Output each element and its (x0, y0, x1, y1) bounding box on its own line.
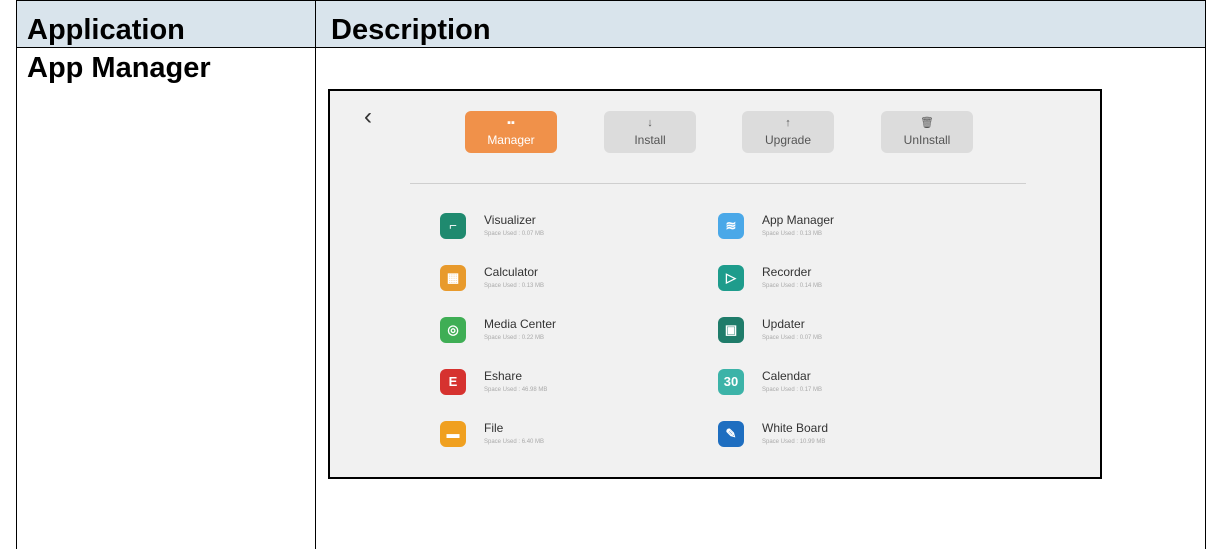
tab-label: UnInstall (903, 133, 951, 147)
divider (410, 183, 1026, 184)
table-header-row: Application Description (17, 0, 1205, 48)
list-item[interactable]: 30 Calendar Space Used : 0.17 MB (718, 367, 978, 401)
column-divider (315, 0, 316, 549)
list-item[interactable]: ⌐ Visualizer Space Used : 0.07 MB (440, 211, 700, 245)
app-name: Visualizer (484, 213, 536, 227)
app-icon: ⌐ (440, 213, 466, 239)
app-icon: ▦ (440, 265, 466, 291)
app-space-used: Space Used : 46.98 MB (484, 387, 548, 393)
app-space-used: Space Used : 6.40 MB (484, 439, 545, 445)
app-space-used: Space Used : 0.22 MB (484, 335, 545, 341)
app-icon: ✎ (718, 421, 744, 447)
app-icon: ▬ (440, 421, 466, 447)
chevron-left-icon[interactable]: ‹ (364, 103, 372, 131)
app-name: Media Center (484, 317, 557, 331)
arrow-up-icon: ↑ (785, 117, 791, 129)
trash-icon: 🗑 (920, 117, 934, 129)
app-name: Recorder (762, 265, 812, 279)
list-item[interactable]: ▬ File Space Used : 6.40 MB (440, 419, 700, 453)
app-name: File (484, 421, 504, 435)
app-icon: ▣ (718, 317, 744, 343)
list-item[interactable]: ▦ Calculator Space Used : 0.13 MB (440, 263, 700, 297)
grid-icon: ▪▪ (507, 117, 515, 129)
tab-manager[interactable]: ▪▪ Manager (465, 111, 557, 153)
app-name: App Manager (762, 213, 835, 227)
app-icon: ▷ (718, 265, 744, 291)
app-icon: ◎ (440, 317, 466, 343)
header-application: Application (27, 14, 185, 46)
list-item[interactable]: E Eshare Space Used : 46.98 MB (440, 367, 700, 401)
app-manager-screenshot: ‹ ▪▪ Manager ↓ Install ↑ Upgrade 🗑 UnIns… (328, 89, 1102, 479)
tab-label: Install (634, 133, 666, 147)
app-space-used: Space Used : 0.17 MB (762, 387, 823, 393)
list-item[interactable]: ▣ Updater Space Used : 0.07 MB (718, 315, 978, 349)
tab-label: Manager (487, 133, 535, 147)
list-item[interactable]: ✎ White Board Space Used : 10.99 MB (718, 419, 978, 453)
header-description: Description (331, 14, 491, 46)
tab-label: Upgrade (764, 133, 812, 147)
app-space-used: Space Used : 0.13 MB (484, 283, 545, 289)
app-space-used: Space Used : 0.14 MB (762, 283, 823, 289)
arrow-down-icon: ↓ (647, 117, 653, 129)
app-space-used: Space Used : 10.99 MB (762, 439, 826, 445)
app-name: White Board (762, 421, 829, 435)
app-space-used: Space Used : 0.13 MB (762, 231, 823, 237)
tab-uninstall[interactable]: 🗑 UnInstall (881, 111, 973, 153)
tab-upgrade[interactable]: ↑ Upgrade (742, 111, 834, 153)
list-item[interactable]: ◎ Media Center Space Used : 0.22 MB (440, 315, 700, 349)
tab-install[interactable]: ↓ Install (604, 111, 696, 153)
app-name: Calendar (762, 369, 811, 383)
app-name: Updater (762, 317, 805, 331)
app-name: Eshare (484, 369, 523, 383)
app-icon: ≋ (718, 213, 744, 239)
app-space-used: Space Used : 0.07 MB (484, 231, 545, 237)
list-item[interactable]: ▷ Recorder Space Used : 0.14 MB (718, 263, 978, 297)
row-title: App Manager (27, 52, 211, 84)
app-name: Calculator (484, 265, 539, 279)
app-space-used: Space Used : 0.07 MB (762, 335, 823, 341)
list-item[interactable]: ≋ App Manager Space Used : 0.13 MB (718, 211, 978, 245)
app-icon: 30 (718, 369, 744, 395)
app-icon: E (440, 369, 466, 395)
